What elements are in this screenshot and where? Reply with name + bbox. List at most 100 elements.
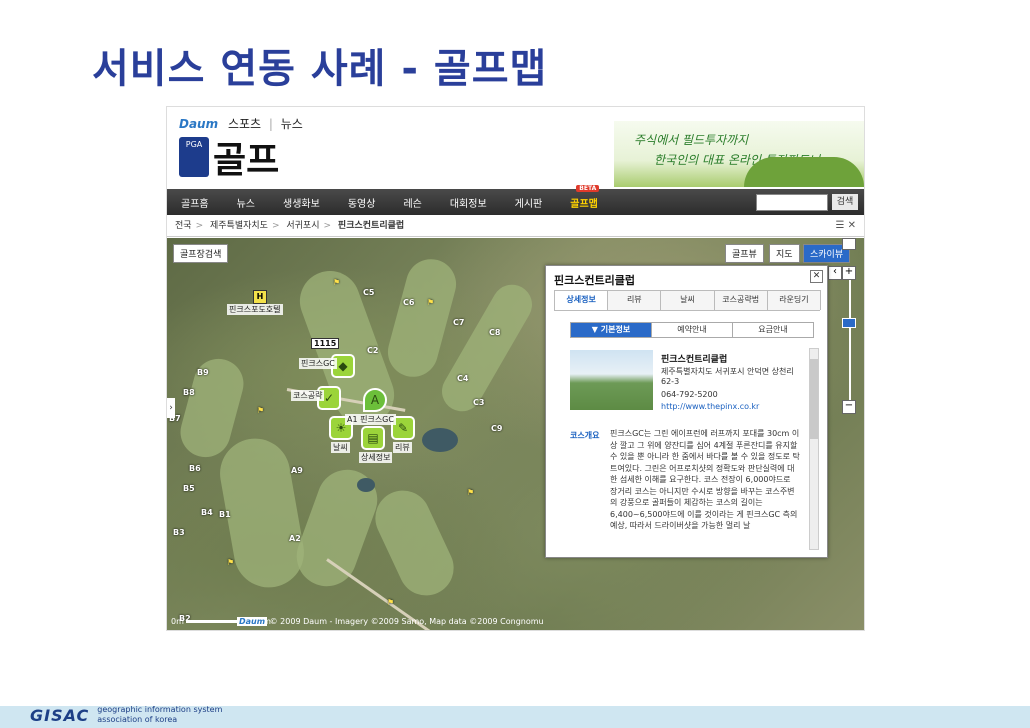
- hole-label: B3: [173, 528, 185, 537]
- course-info-window: 핀크스컨트리클럽 ✕ 상세정보 리뷰 날씨 코스공략법 라운딩기 ▼ 기본정보 …: [545, 265, 828, 558]
- course-photo: [570, 350, 653, 410]
- flag-icon: ⚑: [467, 488, 475, 497]
- gisac-logo: GISAC geographic information system assoc…: [30, 702, 222, 728]
- scroll-thumb[interactable]: [810, 359, 818, 439]
- hole-label: C9: [491, 424, 503, 433]
- poi-label: 날씨: [331, 442, 350, 453]
- flag-icon: ⚑: [333, 278, 341, 287]
- course-name: 핀크스컨트리클럽: [661, 355, 728, 365]
- fairway: [366, 481, 463, 605]
- info-tabs: 상세정보 리뷰 날씨 코스공략법 라운딩기: [554, 290, 822, 311]
- daum-logo[interactable]: Daum: [179, 117, 218, 131]
- golf-map-screenshot: Daum 스포츠 | 뉴스 PGA 골프 주식에서 필드투자까지 한국인의 대표…: [166, 106, 865, 631]
- hole-label: C8: [489, 328, 501, 337]
- zoom-out-button[interactable]: [842, 238, 856, 250]
- scale-start: 0m: [171, 617, 184, 626]
- zoom-track: [849, 280, 851, 400]
- ad-banner[interactable]: 주식에서 필드투자까지 한국인의 대표 온라인 투자파트너: [614, 121, 864, 187]
- main-nav: 골프홈 뉴스 생생화보 동영상 레슨 대회정보 게시판 BETA 골프맵 검색: [167, 184, 864, 215]
- poi-label: 상세정보: [359, 452, 393, 463]
- search-input[interactable]: [756, 194, 828, 211]
- hole-label: B9: [197, 368, 209, 377]
- hole-label: C6: [403, 298, 415, 307]
- nav-board[interactable]: 게시판: [501, 195, 557, 210]
- nav-golf-home[interactable]: 골프홈: [167, 195, 223, 210]
- top-links: Daum 스포츠 | 뉴스: [179, 115, 303, 132]
- hole-label: A9: [291, 466, 303, 475]
- info-title: 핀크스컨트리클럽: [554, 274, 635, 287]
- hole-label: B5: [183, 484, 195, 493]
- hole-label: B4: [201, 508, 213, 517]
- golf-course-search-button[interactable]: 골프장검색: [173, 244, 229, 263]
- nav-golf-map-label: 골프맵: [570, 198, 598, 210]
- info-scrollbar[interactable]: [809, 348, 819, 550]
- water-hazard: [357, 478, 375, 492]
- banner-line-1: 주식에서 필드투자까지: [634, 133, 749, 147]
- copyright-text: © 2009 Daum - Imagery ©2009 Samo, Map da…: [269, 617, 544, 626]
- breadcrumb-current: 핀크스컨트리클럽: [337, 221, 405, 231]
- detail-icon[interactable]: ▤: [361, 426, 385, 450]
- hole-label: C7: [453, 318, 465, 327]
- golf-view-button[interactable]: 골프뷰: [725, 244, 764, 263]
- subtab-basic-info[interactable]: ▼ 기본정보: [570, 322, 652, 338]
- breadcrumb-item[interactable]: 제주특별자치도: [210, 221, 268, 231]
- hotel-icon[interactable]: H: [253, 290, 267, 304]
- nav-lessons[interactable]: 레슨: [389, 195, 435, 210]
- zoom-in-button[interactable]: +: [842, 266, 856, 280]
- beta-badge: BETA: [576, 184, 600, 192]
- course-description: 핀크스GC는 그린 에이프런에 러프까지 포대를 30cm 이상 깔고 그 위에…: [610, 429, 800, 530]
- pan-left-button[interactable]: ›: [167, 398, 175, 418]
- nav-photos[interactable]: 생생화보: [269, 195, 334, 210]
- zoom-knob[interactable]: [842, 318, 856, 328]
- course-url[interactable]: http://www.thepinx.co.kr: [661, 402, 801, 411]
- breadcrumb-item[interactable]: 서귀포시: [286, 221, 319, 231]
- water-hazard: [422, 428, 458, 452]
- tab-review[interactable]: 리뷰: [607, 290, 662, 310]
- close-icon[interactable]: ✕: [848, 220, 856, 231]
- tab-detail[interactable]: 상세정보: [554, 290, 609, 310]
- hole-label: C3: [473, 398, 485, 407]
- poi-label: 핀크스GC: [299, 358, 337, 369]
- marker-a-icon[interactable]: A: [363, 388, 387, 412]
- search-button[interactable]: 검색: [832, 194, 858, 210]
- flag-icon: ⚑: [227, 558, 235, 567]
- nav-news[interactable]: 뉴스: [223, 195, 269, 210]
- tab-weather[interactable]: 날씨: [660, 290, 715, 310]
- course-phone: 064-792-5200: [661, 390, 718, 399]
- pga-logo: PGA: [179, 137, 209, 177]
- satellite-map[interactable]: 골프장검색 골프뷰 지도 스카이뷰 C5 C6 C7 C8 C1 C2 C3 C…: [167, 238, 864, 630]
- hole-label: C2: [367, 346, 379, 355]
- course-overview-label: 코스개요: [570, 431, 600, 440]
- hotel-label[interactable]: 핀크스포도호텔: [227, 304, 283, 315]
- section-title[interactable]: 골프: [213, 131, 279, 183]
- breadcrumb-item[interactable]: 전국: [175, 221, 192, 231]
- zoom-prev-button[interactable]: ‹: [828, 266, 842, 280]
- daum-map-logo: Daum: [237, 617, 268, 626]
- poi-label: 리뷰: [393, 442, 412, 453]
- tab-round-diary[interactable]: 라운딩기: [766, 290, 822, 310]
- tab-course-strategy[interactable]: 코스공략법: [713, 290, 768, 310]
- subtab-reservation[interactable]: 예약안내: [651, 322, 733, 338]
- map-view-button[interactable]: 지도: [769, 244, 800, 263]
- gisac-tagline: geographic information system association…: [97, 705, 223, 724]
- flag-icon: ⚑: [427, 298, 435, 307]
- map-copyright: Daum © 2009 Daum - Imagery ©2009 Samo, M…: [237, 617, 544, 626]
- hole-label: C4: [457, 374, 469, 383]
- subtab-fees[interactable]: 요금안내: [732, 322, 814, 338]
- zoom-out-button[interactable]: −: [842, 400, 856, 414]
- nav-tournaments[interactable]: 대회정보: [436, 195, 501, 210]
- list-icon[interactable]: ☰: [835, 220, 844, 231]
- flag-icon: ⚑: [387, 598, 395, 607]
- top-link-news[interactable]: 뉴스: [281, 117, 303, 131]
- poi-label: A1 핀크스GC: [345, 414, 396, 425]
- nav-golf-map[interactable]: BETA 골프맵: [556, 184, 612, 210]
- hole-label: A2: [289, 534, 301, 543]
- close-icon[interactable]: ✕: [810, 270, 823, 283]
- top-link-sports[interactable]: 스포츠: [228, 117, 261, 131]
- poi-label: 코스공략: [291, 390, 325, 401]
- site-header: Daum 스포츠 | 뉴스 PGA 골프 주식에서 필드투자까지 한국인의 대표…: [167, 107, 864, 187]
- route-marker: 1115: [311, 338, 340, 349]
- nav-videos[interactable]: 동영상: [334, 195, 390, 210]
- hole-label: C5: [363, 288, 375, 297]
- separator: |: [268, 117, 273, 131]
